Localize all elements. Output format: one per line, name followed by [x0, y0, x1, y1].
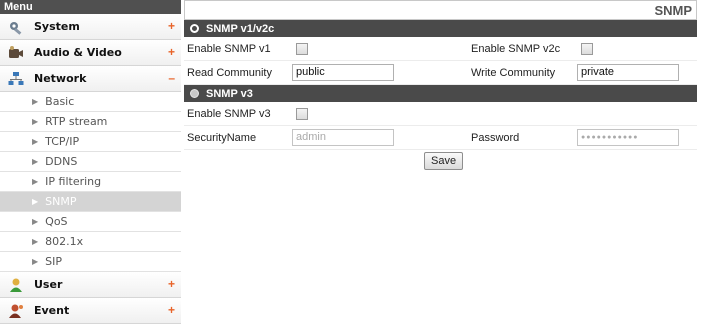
security-name-input[interactable]: admin [292, 129, 394, 146]
sidebar-item-ip-filtering[interactable]: ▶ IP filtering [0, 172, 181, 192]
security-name-label: SecurityName [187, 131, 257, 144]
sidebar-item-basic[interactable]: ▶ Basic [0, 92, 181, 112]
camera-icon [8, 45, 24, 61]
sidebar-item-label: SIP [45, 255, 63, 268]
user-icon [8, 277, 24, 293]
sidebar-item-label: DDNS [45, 155, 78, 168]
enable-snmp-v1-checkbox[interactable] [296, 42, 308, 55]
event-person-icon [8, 303, 24, 319]
arrow-right-icon: ▶ [32, 117, 39, 126]
sidebar-item-qos[interactable]: ▶ QoS [0, 212, 181, 232]
sidebar-item-label: QoS [45, 215, 68, 228]
sidebar-item-label: 802.1x [45, 235, 84, 248]
section-header-snmp-v1v2c[interactable]: SNMP v1/v2c [184, 20, 697, 37]
arrow-right-icon: ▶ [32, 137, 39, 146]
sidebar-item-802-1x[interactable]: ▶ 802.1x [0, 232, 181, 252]
menu-category-system[interactable]: System + [0, 14, 181, 40]
enable-snmp-v2c-label: Enable SNMP v2c [471, 42, 561, 55]
arrow-right-icon: ▶ [32, 97, 39, 106]
expand-plus-icon[interactable]: + [168, 304, 175, 316]
save-row: Save [184, 150, 697, 171]
form-row-enable: Enable SNMP v1 Enable SNMP v2c [184, 37, 697, 61]
sidebar-item-label: Basic [45, 95, 75, 108]
snmp-settings-panel: SNMP SNMP v1/v2c Enable SNMP v1 Enable S… [184, 0, 697, 171]
radio-selected-icon[interactable] [190, 24, 199, 33]
sidebar-item-tcp-ip[interactable]: ▶ TCP/IP [0, 132, 181, 152]
menu-category-user[interactable]: User + [0, 272, 181, 298]
form-row-community: Read Community public Write Community pr… [184, 61, 697, 85]
sidebar-item-ddns[interactable]: ▶ DDNS [0, 152, 181, 172]
enable-snmp-v3-label: Enable SNMP v3 [187, 107, 271, 120]
menu-category-audio-video[interactable]: Audio & Video + [0, 40, 181, 66]
expand-plus-icon[interactable]: + [168, 46, 175, 58]
sidebar-item-label: RTP stream [45, 115, 108, 128]
expand-plus-icon[interactable]: + [168, 278, 175, 290]
menu-category-label: User [34, 278, 63, 291]
menu-category-label: System [34, 20, 80, 33]
menu-title: Menu [0, 0, 181, 14]
collapse-minus-icon[interactable]: – [168, 72, 175, 84]
sidebar-item-rtp-stream[interactable]: ▶ RTP stream [0, 112, 181, 132]
section-title: SNMP v1/v2c [206, 22, 275, 35]
section-header-snmp-v3[interactable]: SNMP v3 [184, 85, 697, 102]
save-button[interactable]: Save [424, 152, 464, 170]
form-row-security: SecurityName admin Password ●●●●●●●●●●● [184, 126, 697, 150]
radio-unselected-icon[interactable] [190, 89, 199, 98]
menu-category-label: Event [34, 304, 70, 317]
menu-category-network[interactable]: Network – [0, 66, 181, 92]
sidebar-item-label: SNMP [45, 195, 77, 208]
read-community-input[interactable]: public [292, 64, 394, 81]
arrow-right-icon: ▶ [32, 157, 39, 166]
sidebar-item-snmp[interactable]: ▶ SNMP [0, 192, 181, 212]
write-community-label: Write Community [471, 66, 556, 79]
password-label: Password [471, 131, 520, 144]
menu-category-event[interactable]: Event + [0, 298, 181, 324]
expand-plus-icon[interactable]: + [168, 20, 175, 32]
sidebar-item-sip[interactable]: ▶ SIP [0, 252, 181, 272]
sidebar-item-label: IP filtering [45, 175, 102, 188]
network-icon [8, 71, 24, 87]
form-row-enable-v3: Enable SNMP v3 [184, 102, 697, 126]
menu-category-label: Audio & Video [34, 46, 122, 59]
sidebar-menu: Menu System + Audio & Video + Network – … [0, 0, 181, 329]
arrow-right-icon: ▶ [32, 217, 39, 226]
system-wrench-icon [8, 19, 24, 35]
arrow-right-icon: ▶ [32, 197, 39, 206]
arrow-right-icon: ▶ [32, 177, 39, 186]
arrow-right-icon: ▶ [32, 257, 39, 266]
section-title: SNMP v3 [206, 87, 253, 100]
enable-snmp-v3-checkbox[interactable] [296, 107, 308, 120]
menu-category-label: Network [34, 72, 87, 85]
sidebar-item-label: TCP/IP [45, 135, 80, 148]
page-title: SNMP [184, 0, 697, 20]
enable-snmp-v1-label: Enable SNMP v1 [187, 42, 271, 55]
password-input[interactable]: ●●●●●●●●●●● [577, 129, 679, 146]
arrow-right-icon: ▶ [32, 237, 39, 246]
enable-snmp-v2c-checkbox[interactable] [581, 42, 593, 55]
write-community-input[interactable]: private [577, 64, 679, 81]
read-community-label: Read Community [187, 66, 272, 79]
